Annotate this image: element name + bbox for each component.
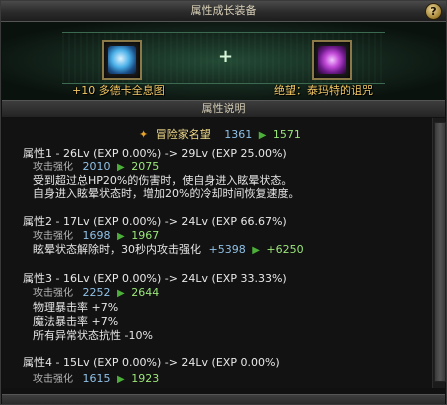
left-item-name: +10 多德卡全息图 bbox=[72, 84, 165, 97]
fame-icon: ✦ bbox=[139, 128, 149, 141]
stat-to: 2075 bbox=[131, 160, 160, 173]
attribute-1-header: 属性1 - 26Lv (EXP 0.00%) -> 29Lv (EXP 25.0… bbox=[23, 147, 287, 160]
scrollbar-thumb[interactable] bbox=[434, 122, 446, 382]
stat-label: 攻击强化 bbox=[33, 288, 73, 299]
arrow-right-icon: ▶ bbox=[258, 130, 267, 141]
left-item-slot[interactable] bbox=[102, 40, 142, 80]
stat-label: 攻击强化 bbox=[33, 162, 73, 173]
stat-label: 攻击强化 bbox=[33, 374, 73, 385]
attribute-1-stat: 攻击强化 2010 ▶ 2075 bbox=[33, 160, 159, 173]
attribute-3-stat: 攻击强化 2252 ▶ 2644 bbox=[33, 286, 159, 299]
right-item-slot[interactable] bbox=[312, 40, 352, 80]
stat-label: 攻击强化 bbox=[33, 231, 73, 242]
stat-from: 2252 bbox=[82, 286, 111, 299]
stat-from: 2010 bbox=[82, 160, 111, 173]
attribute-3-desc-1: 物理暴击率 +7% bbox=[33, 301, 119, 314]
desc-to: +6250 bbox=[266, 243, 304, 256]
arrow-right-icon: ▶ bbox=[117, 374, 125, 385]
attribute-3-header: 属性3 - 16Lv (EXP 0.00%) -> 24Lv (EXP 33.3… bbox=[23, 272, 287, 285]
attribute-3-desc-2: 魔法暴击率 +7% bbox=[33, 315, 119, 328]
attribute-1-desc-2: 自身进入眩晕状态时，增加20%的冷却时间恢复速度。 bbox=[33, 187, 300, 200]
adventure-fame-to: 1571 bbox=[272, 128, 301, 141]
curse-item-icon bbox=[318, 46, 346, 74]
window-titlebar: 属性成长装备 ? bbox=[1, 1, 446, 22]
adventure-fame-from: 1361 bbox=[224, 128, 253, 141]
arrow-right-icon: ▶ bbox=[117, 288, 125, 299]
scrollbar[interactable] bbox=[432, 118, 446, 388]
attribute-2-desc: 眩晕状态解除时，30秒内攻击强化 +5398 ▶ +6250 bbox=[33, 243, 304, 256]
attribute-3-desc-3: 所有异常状态抗性 -10% bbox=[33, 329, 153, 342]
desc-text: 眩晕状态解除时，30秒内攻击强化 bbox=[33, 243, 201, 256]
adventure-fame-label: 冒险家名望 bbox=[155, 128, 211, 141]
plus-icon: + bbox=[218, 46, 234, 67]
attribute-2-stat: 攻击强化 1698 ▶ 1967 bbox=[33, 229, 159, 242]
hologram-item-icon bbox=[108, 46, 136, 74]
arrow-right-icon: ▶ bbox=[252, 245, 260, 256]
stat-to: 1967 bbox=[131, 229, 160, 242]
window-title: 属性成长装备 bbox=[190, 4, 257, 17]
attribute-4-stat: 攻击强化 1615 ▶ 1923 bbox=[33, 372, 159, 385]
desc-from: +5398 bbox=[208, 243, 246, 256]
arrow-right-icon: ▶ bbox=[117, 162, 125, 173]
item-banner: + +10 多德卡全息图 绝望：泰玛特的诅咒 bbox=[2, 22, 445, 101]
equipment-growth-window: 属性成长装备 ? + +10 多德卡全息图 绝望：泰玛特的诅咒 属性说明 ✦ 冒… bbox=[0, 0, 447, 405]
attribute-1-desc-1: 受到超过总HP20%的伤害时，使自身进入眩晕状态。 bbox=[33, 174, 293, 187]
stat-to: 1923 bbox=[131, 372, 160, 385]
bottom-section-header bbox=[2, 394, 445, 404]
attribute-2-header: 属性2 - 17Lv (EXP 0.00%) -> 24Lv (EXP 66.6… bbox=[23, 215, 287, 228]
help-button[interactable]: ? bbox=[425, 3, 442, 20]
right-item-name: 绝望：泰玛特的诅咒 bbox=[274, 84, 373, 97]
stat-from: 1615 bbox=[82, 372, 111, 385]
attribute-4-header: 属性4 - 15Lv (EXP 0.00%) -> 24Lv (EXP 0.00… bbox=[23, 356, 280, 369]
stat-to: 2644 bbox=[131, 286, 160, 299]
stat-from: 1698 bbox=[82, 229, 111, 242]
adventure-fame-row: ✦ 冒险家名望 1361 ▶ 1571 bbox=[139, 128, 301, 142]
arrow-right-icon: ▶ bbox=[117, 231, 125, 242]
section-header: 属性说明 bbox=[2, 100, 445, 118]
